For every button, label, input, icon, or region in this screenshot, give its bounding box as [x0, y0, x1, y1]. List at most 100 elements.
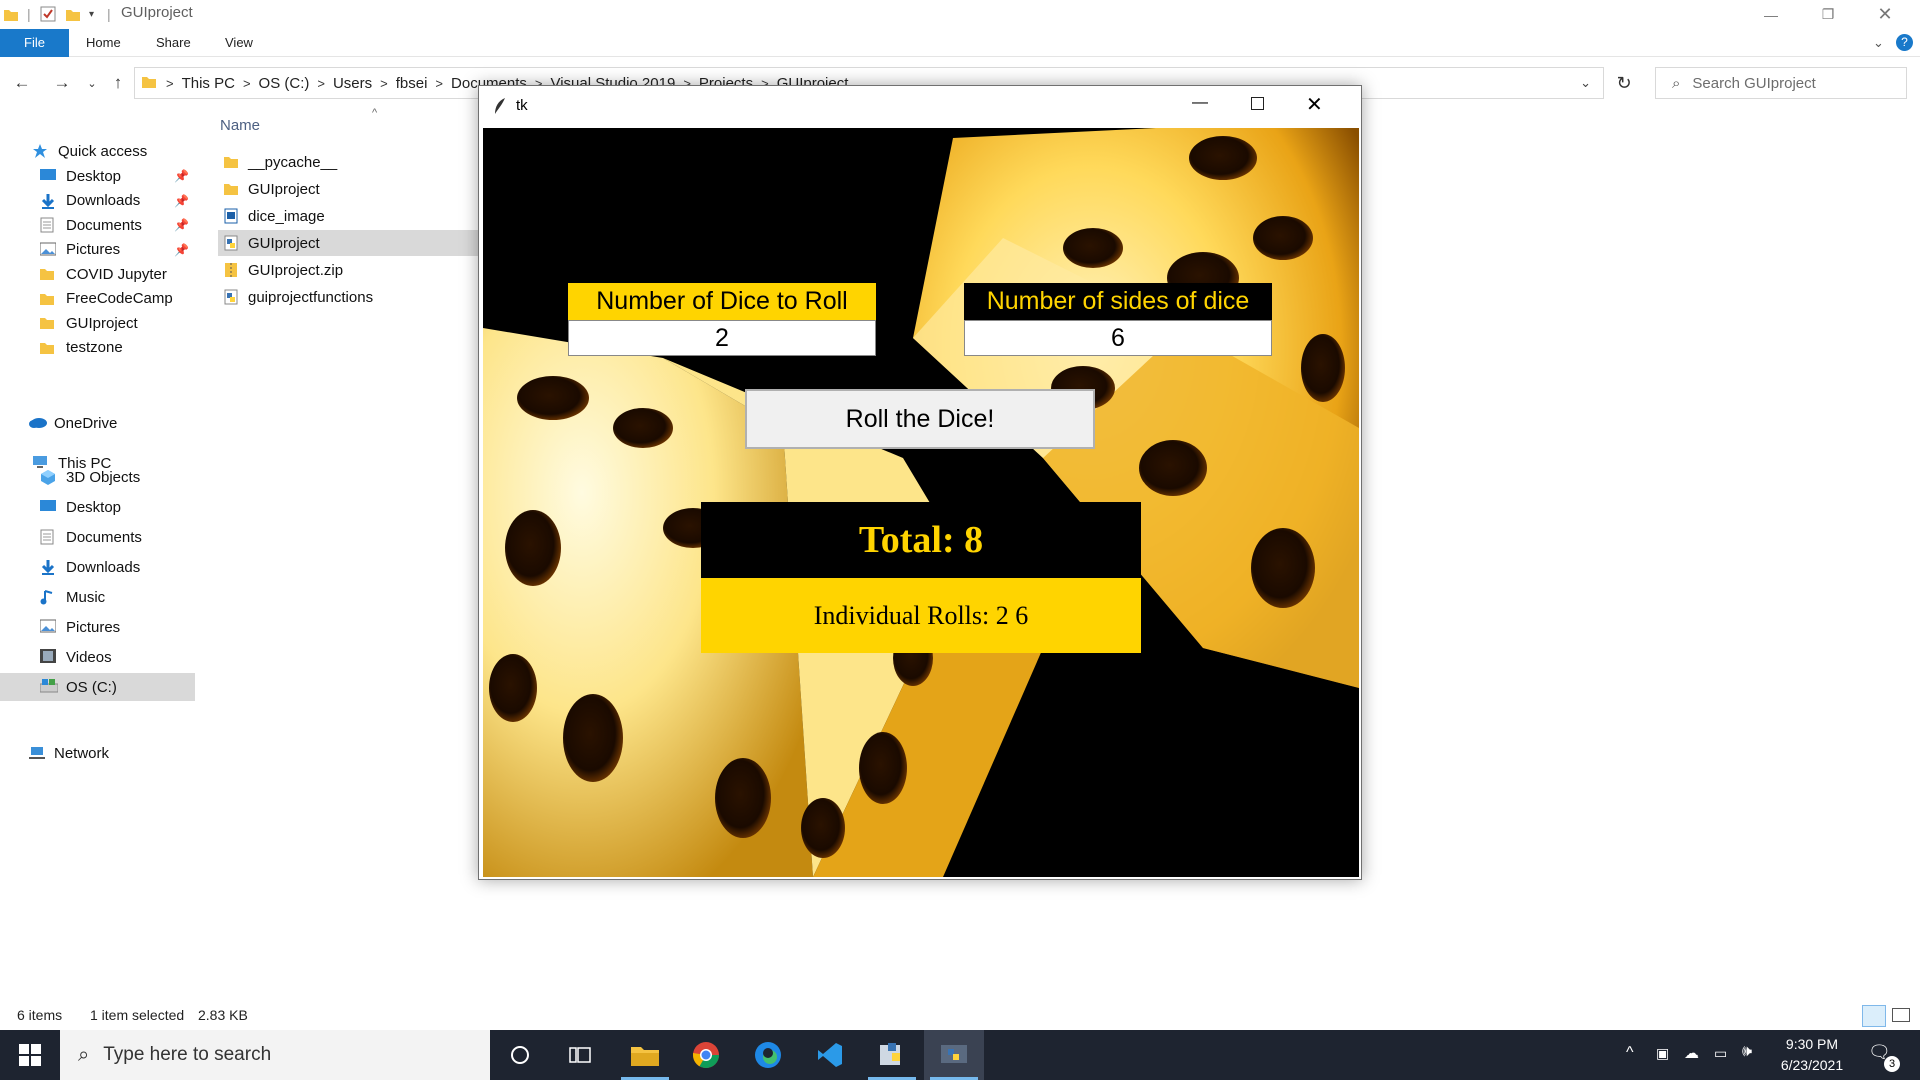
breadcrumb-users[interactable]: Users: [333, 75, 372, 92]
forward-button[interactable]: →: [50, 71, 74, 95]
task-view-button[interactable]: [550, 1030, 610, 1080]
refresh-icon[interactable]: ↻: [1612, 71, 1636, 95]
folder-icon: [142, 74, 156, 92]
this-pc-item[interactable]: Pictures: [0, 613, 195, 641]
file-name: GUIproject.zip: [248, 261, 344, 279]
vscode-icon[interactable]: [800, 1030, 860, 1080]
this-pc-item[interactable]: Downloads: [0, 553, 195, 581]
folder-icon: [40, 340, 58, 356]
this-pc-item[interactable]: Videos: [0, 643, 195, 671]
battery-icon[interactable]: ▭: [1714, 1045, 1727, 1062]
breadcrumb-separator[interactable]: >: [166, 76, 174, 91]
tk-minimize-button[interactable]: —: [1192, 94, 1208, 112]
file-name: dice_image: [248, 207, 325, 225]
edge-icon[interactable]: [738, 1030, 798, 1080]
tab-share[interactable]: Share: [156, 29, 191, 57]
minimize-button[interactable]: —: [1748, 0, 1794, 29]
tab-file[interactable]: File: [0, 29, 69, 57]
tk-title-bar: tk — ✕: [479, 86, 1361, 126]
nav-label: Network: [54, 744, 110, 762]
navigation-pane: Quick access Desktop 📌 Downloads 📌 Documents…: [0, 107, 200, 987]
breadcrumb-separator[interactable]: >: [380, 76, 388, 91]
desktop-icon: [40, 168, 58, 184]
folder-icon: [40, 315, 58, 331]
tab-view[interactable]: View: [225, 29, 253, 57]
search-placeholder: Search GUIproject: [1692, 74, 1816, 92]
nav-label: OneDrive: [54, 414, 118, 432]
breadcrumb-separator[interactable]: >: [317, 76, 325, 91]
help-icon[interactable]: ?: [1896, 34, 1913, 51]
feather-icon: [493, 97, 507, 118]
python-idle-icon[interactable]: [862, 1030, 922, 1080]
column-header-name[interactable]: Name: [220, 117, 260, 134]
nav-quick-access[interactable]: Quick access: [0, 137, 195, 165]
quick-access-item[interactable]: testzone: [0, 334, 195, 362]
volume-icon[interactable]: 🕪: [1742, 1043, 1752, 1061]
nav-onedrive[interactable]: OneDrive: [0, 409, 195, 437]
quick-access-label: Pictures: [66, 241, 121, 258]
breadcrumb-separator[interactable]: >: [243, 76, 251, 91]
tk-title: tk: [516, 97, 528, 114]
show-hidden-icons-button[interactable]: ^: [1626, 1044, 1634, 1062]
dice-background-canvas: Number of Dice to Roll 2 Number of sides…: [483, 128, 1359, 877]
this-pc-item[interactable]: Documents: [0, 523, 195, 551]
breadcrumb-separator[interactable]: >: [435, 76, 443, 91]
address-dropdown-icon[interactable]: ⌄: [1580, 75, 1591, 91]
search-input[interactable]: ⌕ Search GUIproject: [1655, 67, 1907, 99]
dice-count-input[interactable]: 2: [568, 320, 876, 356]
file-row[interactable]: GUIproject: [218, 176, 480, 202]
this-pc-item[interactable]: Desktop: [0, 493, 195, 521]
breadcrumb-os-c[interactable]: OS (C:): [259, 75, 310, 92]
network-icon: [28, 745, 46, 761]
downloads-icon: [40, 193, 58, 209]
separator: |: [107, 6, 111, 22]
this-pc-item[interactable]: Music: [0, 583, 195, 611]
ribbon-tabs: File Home Share View ⌄ ?: [0, 29, 1920, 57]
clock-time[interactable]: 9:30 PM: [1772, 1036, 1852, 1052]
breadcrumb-this-pc[interactable]: This PC: [182, 75, 235, 92]
file-row[interactable]: dice_image: [218, 203, 480, 229]
this-pc-item[interactable]: OS (C:): [0, 673, 195, 701]
file-row[interactable]: GUIproject: [218, 230, 480, 256]
breadcrumb-fbsei[interactable]: fbsei: [396, 75, 428, 92]
roll-dice-button[interactable]: Roll the Dice!: [745, 389, 1095, 449]
large-icons-view-button[interactable]: [1892, 1008, 1910, 1022]
file-row[interactable]: guiprojectfunctions: [218, 284, 480, 310]
tab-home[interactable]: Home: [86, 29, 121, 57]
dice-sides-input[interactable]: 6: [964, 320, 1272, 356]
file-row[interactable]: GUIproject.zip: [218, 257, 480, 283]
expand-ribbon-icon[interactable]: ⌄: [1873, 29, 1884, 57]
onedrive-error-icon[interactable]: ☁: [1684, 1044, 1699, 1062]
file-explorer-taskbar-icon[interactable]: [615, 1030, 675, 1080]
details-view-button[interactable]: [1862, 1005, 1886, 1027]
close-button[interactable]: ✕: [1862, 0, 1908, 29]
window-title: GUIproject: [121, 4, 193, 21]
desktop-icon: [40, 499, 58, 515]
python-tk-icon[interactable]: [924, 1030, 984, 1080]
back-button[interactable]: ←: [10, 71, 34, 95]
pin-icon: 📌: [174, 193, 189, 208]
chrome-icon[interactable]: [676, 1030, 736, 1080]
meet-now-icon[interactable]: ▣: [1656, 1045, 1669, 1062]
tk-maximize-button[interactable]: [1251, 97, 1264, 110]
cortana-button[interactable]: [490, 1030, 550, 1080]
this-pc-label: Music: [66, 588, 106, 606]
new-folder-icon[interactable]: [66, 6, 80, 22]
properties-icon[interactable]: [40, 6, 56, 22]
status-selected: 1 item selected: [90, 1007, 185, 1023]
nav-network[interactable]: Network: [0, 739, 195, 767]
clock-date[interactable]: 6/23/2021: [1772, 1057, 1852, 1073]
documents-icon: [40, 217, 58, 233]
this-pc-item[interactable]: 3D Objects: [0, 463, 195, 491]
tk-close-button[interactable]: ✕: [1306, 92, 1323, 117]
file-row[interactable]: __pycache__: [218, 149, 480, 175]
recent-locations-button[interactable]: ⌄: [80, 71, 104, 95]
this-pc-label: Documents: [66, 528, 142, 546]
restore-button[interactable]: ❐: [1805, 0, 1851, 29]
start-button[interactable]: [0, 1030, 60, 1080]
music-icon: [40, 589, 58, 605]
customize-toolbar-icon[interactable]: ▾: [89, 6, 94, 22]
taskbar-search-placeholder: Type here to search: [103, 1044, 272, 1065]
taskbar-search-input[interactable]: ⌕ Type here to search: [60, 1030, 490, 1080]
up-button[interactable]: ↑: [106, 71, 130, 95]
